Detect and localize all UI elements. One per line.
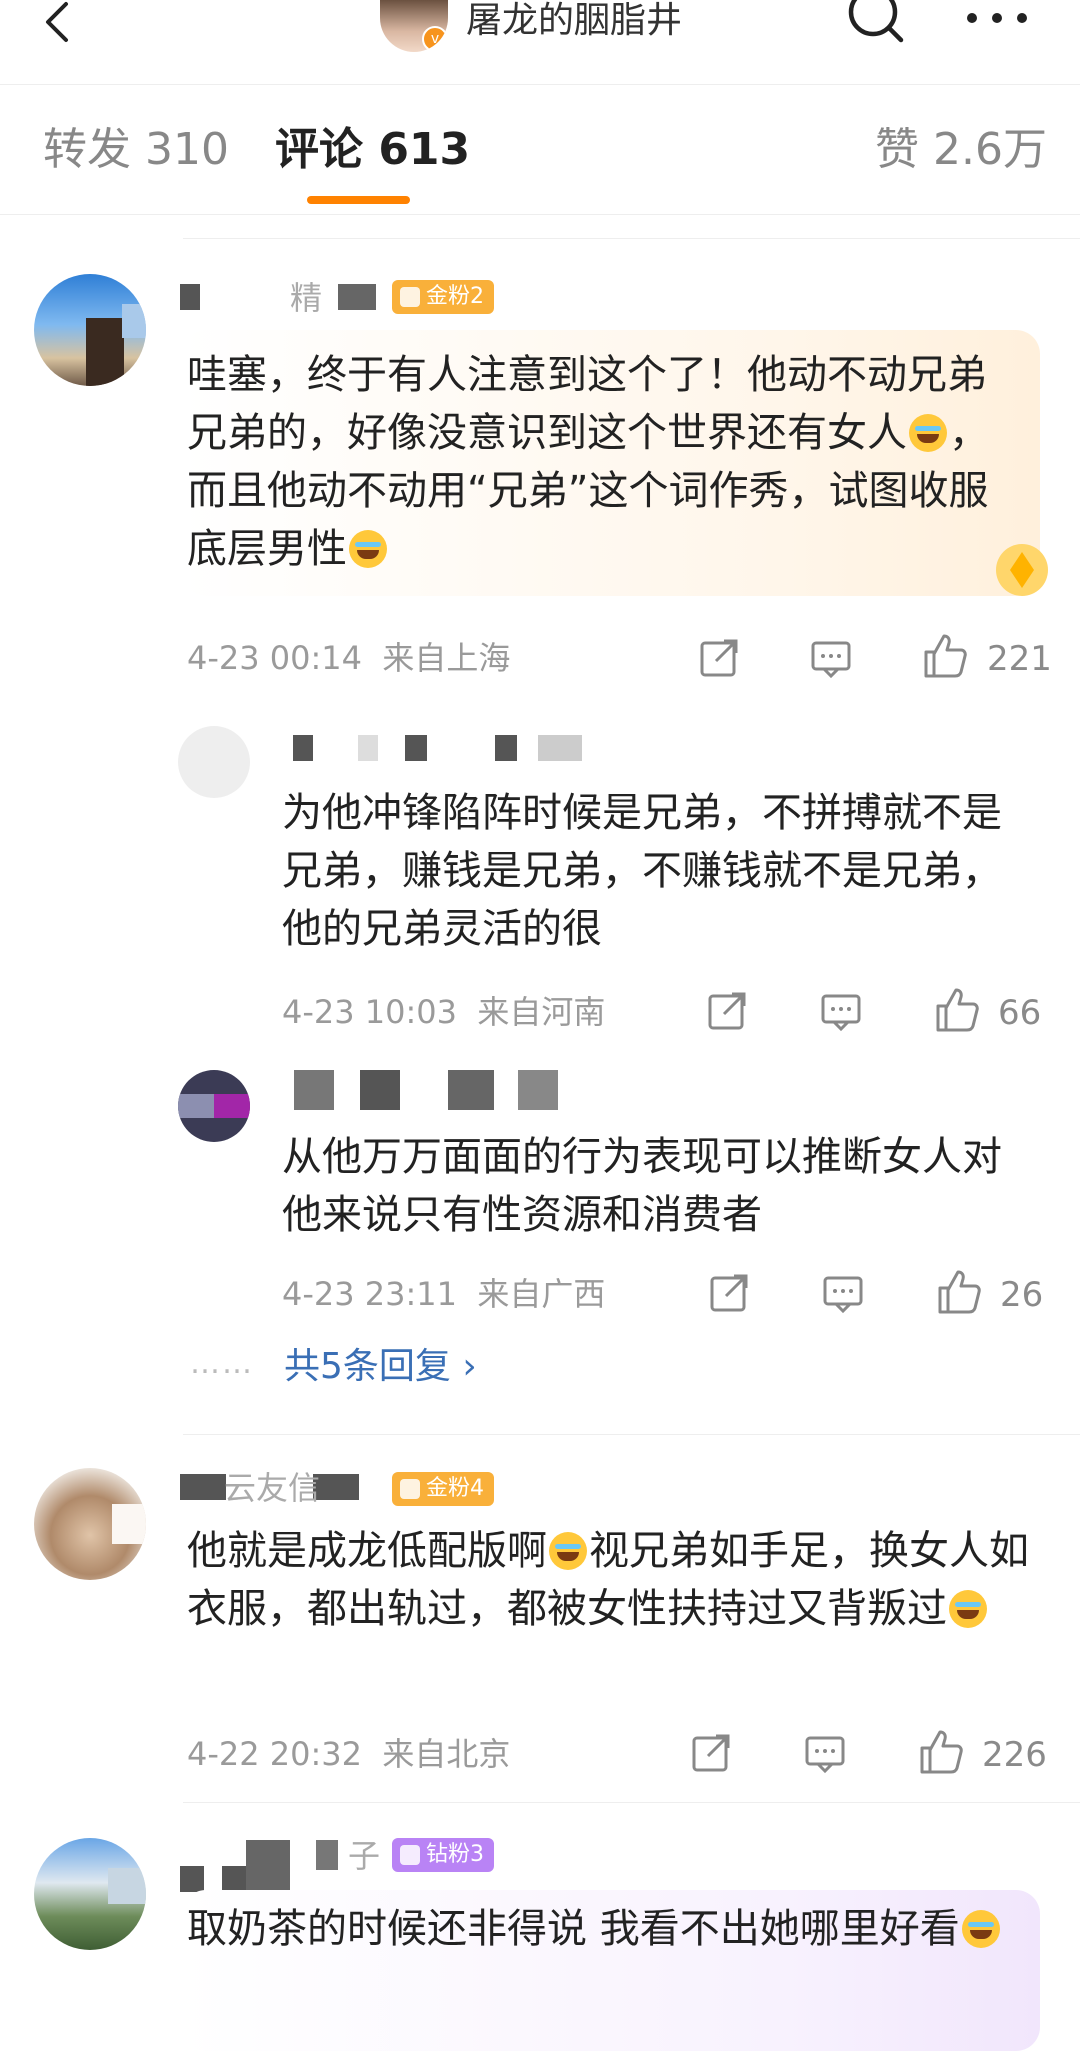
like-icon[interactable] (934, 1268, 982, 1316)
comment-text: 取奶茶的时候还非得说 我看不出她哪里好看 (187, 1900, 1017, 1958)
fan-badge[interactable]: 金粉4 (392, 1472, 494, 1506)
username-mosaic[interactable] (180, 284, 200, 310)
like-count: 26 (1000, 1275, 1044, 1315)
avatar[interactable] (34, 1838, 146, 1950)
like-count: 226 (982, 1735, 1047, 1775)
crown-icon (400, 287, 420, 307)
comment-meta: 4-23 23:11 来自广西 (282, 1274, 605, 1314)
username-mosaic[interactable] (448, 1070, 494, 1110)
fan-badge[interactable]: 金粉2 (392, 280, 494, 314)
avatar[interactable] (34, 1468, 146, 1580)
badge-label: 金粉2 (426, 284, 484, 309)
location: 来自广西 (477, 1275, 606, 1313)
username-mosaic[interactable] (405, 735, 427, 761)
comment-meta: 4-22 20:32 来自北京 (187, 1734, 510, 1774)
share-icon[interactable] (708, 1272, 750, 1314)
top-bar: v 屠龙的胭脂井 (0, 0, 1080, 85)
timestamp: 4-23 10:03 (282, 993, 458, 1031)
active-tab-indicator (307, 196, 410, 204)
badge-label: 金粉4 (426, 1476, 484, 1501)
author-avatar[interactable]: v (380, 0, 448, 52)
divider (183, 1802, 1080, 1803)
comment-text: 从他万万面面的行为表现可以推断女人对他来说只有性资源和消费者 (282, 1134, 1002, 1238)
like-icon[interactable] (920, 632, 968, 680)
comment-text: 为他冲锋陷阵时候是兄弟，不拼搏就不是兄弟，赚钱是兄弟，不赚钱就不是兄弟，他的兄弟… (282, 790, 1002, 952)
tab-comments[interactable]: 评论 613 (275, 124, 470, 176)
fan-badge[interactable]: 钻粉3 (392, 1838, 494, 1872)
timestamp: 4-22 20:32 (187, 1735, 363, 1773)
divider (183, 1434, 1080, 1435)
username-mosaic[interactable] (358, 735, 378, 761)
username-mosaic[interactable] (222, 1866, 246, 1892)
username-mosaic[interactable] (538, 735, 582, 761)
like-count: 66 (998, 993, 1042, 1033)
comment-meta: 4-23 00:14 来自上海 (187, 638, 510, 678)
laugh-cry-emoji-icon (549, 1532, 587, 1570)
username-mosaic[interactable] (246, 1840, 290, 1890)
avatar[interactable] (178, 1070, 250, 1142)
diamond-icon (400, 1845, 420, 1865)
username-fragment[interactable]: 子 (348, 1838, 380, 1874)
laugh-cry-emoji-icon (949, 1590, 987, 1628)
username-mosaic[interactable] (518, 1070, 558, 1110)
username-mosaic[interactable] (180, 1866, 204, 1892)
page-title[interactable]: 屠龙的胭脂井 (466, 0, 682, 42)
username-mosaic[interactable] (316, 1840, 338, 1870)
verified-badge: v (422, 26, 448, 52)
comment-icon[interactable] (820, 990, 862, 1032)
username-mosaic[interactable] (180, 1474, 226, 1500)
sweat-smile-emoji-icon (961, 1910, 1000, 1948)
search-icon[interactable] (845, 0, 909, 52)
crown-icon (400, 1479, 420, 1499)
comment-icon[interactable] (810, 637, 852, 679)
like-icon[interactable] (916, 1728, 964, 1776)
comment-text: 他就是成龙低配版啊 视兄弟如手足，换女人如衣服，都出轨过，都被女性扶持过又背叛过 (187, 1522, 1037, 1638)
crown-decoration-icon (996, 544, 1048, 596)
tab-reposts[interactable]: 转发 310 (43, 124, 229, 176)
back-icon[interactable] (38, 0, 78, 50)
laugh-cry-emoji-icon (909, 414, 947, 452)
username-mosaic[interactable] (293, 735, 313, 761)
username-fragment[interactable]: 精 (290, 280, 322, 316)
tab-bar: 转发 310 评论 613 赞 2.6万 (0, 86, 1080, 215)
comment-text-part: 取奶茶的时候还非得说 我看不出她哪里好看 (187, 1906, 960, 1952)
comment-icon[interactable] (804, 1732, 846, 1774)
dots-separator: …… (190, 1346, 254, 1381)
username-mosaic[interactable] (495, 735, 517, 761)
share-icon[interactable] (698, 637, 740, 679)
location: 来自北京 (382, 1735, 511, 1773)
tab-likes[interactable]: 赞 2.6万 (875, 124, 1047, 176)
divider (183, 238, 1080, 239)
comment-text-part: 哇塞，终于有人注意到这个了！他动不动兄弟兄弟的，好像没意识到这个世界还有女人 (187, 352, 987, 456)
share-icon[interactable] (690, 1732, 732, 1774)
timestamp: 4-23 23:11 (282, 1275, 458, 1313)
comment-text-part: 他就是成龙低配版啊 (187, 1528, 547, 1574)
share-icon[interactable] (706, 990, 748, 1032)
avatar[interactable] (34, 274, 146, 386)
timestamp: 4-23 00:14 (187, 639, 363, 677)
username-mosaic[interactable] (360, 1070, 400, 1110)
laugh-cry-emoji-icon (349, 530, 387, 568)
comment-icon[interactable] (822, 1272, 864, 1314)
more-replies-link[interactable]: 共5条回复 › (284, 1344, 477, 1390)
avatar[interactable] (178, 726, 250, 798)
username-mosaic[interactable] (294, 1070, 334, 1110)
comment-text: 哇塞，终于有人注意到这个了！他动不动兄弟兄弟的，好像没意识到这个世界还有女人 ，而… (187, 346, 1005, 578)
username-fragment[interactable]: 云友信 (224, 1470, 320, 1506)
comment-meta: 4-23 10:03 来自河南 (282, 992, 605, 1032)
like-icon[interactable] (932, 986, 980, 1034)
location: 来自河南 (477, 993, 606, 1031)
badge-label: 钻粉3 (426, 1842, 484, 1867)
more-icon[interactable] (962, 6, 1032, 30)
location: 来自上海 (382, 639, 511, 677)
username-mosaic[interactable] (338, 284, 376, 310)
like-count: 221 (987, 639, 1052, 679)
